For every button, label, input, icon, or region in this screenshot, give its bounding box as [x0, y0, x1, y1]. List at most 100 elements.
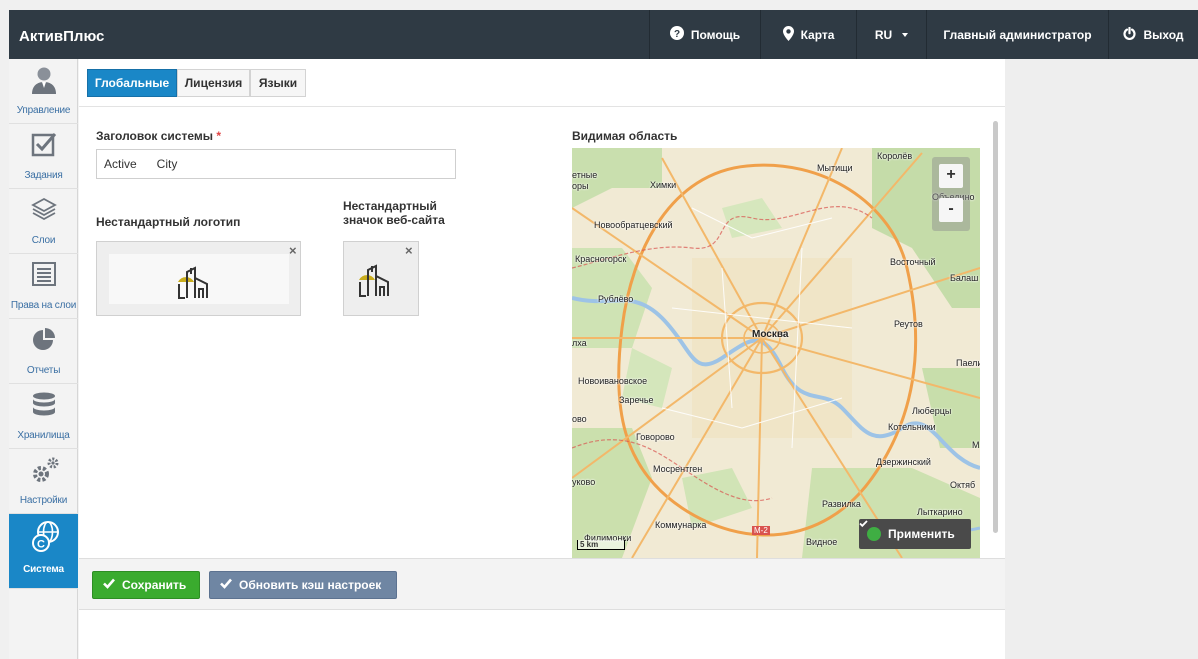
top-bar: АктивПлюс ? Помощь Карта RU Главный адми… — [9, 10, 1198, 59]
caret-down-icon — [902, 32, 909, 37]
check-icon — [103, 578, 115, 592]
sidebar-item-label: Управление — [16, 105, 71, 116]
language-label: RU — [874, 27, 893, 42]
required-mark: * — [216, 129, 222, 143]
svg-text:?: ? — [674, 29, 680, 40]
custom-logo-label: Нестандартный логотип — [96, 215, 241, 229]
map-place-label: Красногорск — [575, 254, 627, 264]
map-place-label: Коммунарка — [655, 520, 707, 530]
sidebar-item-label: Права на слои — [10, 300, 77, 311]
help-label: Помощь — [690, 27, 741, 42]
tab-license[interactable]: Лицензия — [177, 69, 250, 97]
save-button[interactable]: Сохранить — [92, 571, 200, 599]
app-window: АктивПлюс ? Помощь Карта RU Главный адми… — [9, 10, 1198, 659]
map-place-label: етные — [572, 170, 598, 180]
map-place-label: Рублёво — [598, 294, 634, 304]
map-place-label: Новообратцевский — [594, 220, 673, 230]
logout-button[interactable]: Выход — [1108, 10, 1198, 59]
map-marker-icon — [782, 25, 794, 44]
question-circle-icon: ? — [669, 26, 684, 43]
apply-label: Применить — [888, 527, 955, 541]
map-place-label: Октяб — [950, 480, 976, 490]
map-label: Карта — [800, 27, 835, 42]
check-circle-icon — [859, 520, 881, 541]
tab-global[interactable]: Глобальные — [87, 69, 177, 97]
list-icon — [31, 261, 57, 287]
right-panel — [1005, 59, 1198, 659]
scrollbar[interactable] — [993, 121, 998, 533]
sidebar-item-label: Хранилища — [17, 430, 70, 441]
remove-favicon-button[interactable]: × — [405, 244, 413, 257]
favicon-upload[interactable]: × — [343, 241, 419, 316]
map-place-label: ово — [572, 414, 587, 424]
sidebar-item-label: Слои — [31, 235, 56, 246]
map-place-label: Котельники — [888, 422, 936, 432]
map-place-label: Химки — [650, 180, 677, 190]
system-title-input[interactable] — [96, 149, 456, 179]
help-link[interactable]: ? Помощь — [649, 10, 760, 59]
database-icon — [31, 391, 57, 417]
refresh-cache-button[interactable]: Обновить кэш настроек — [209, 571, 397, 599]
user-name: Главный администратор — [943, 27, 1092, 42]
sidebar-item-system[interactable]: C Система — [9, 514, 78, 589]
sidebar-item-layers[interactable]: Слои — [9, 189, 78, 254]
building-logo-icon — [178, 266, 208, 299]
system-title-label: Заголовок системы * — [96, 129, 222, 143]
map-place-label: Развилка — [822, 499, 861, 509]
map-place-label: Восточный — [890, 257, 936, 267]
form-footer: Сохранить Обновить кэш настроек — [79, 558, 1005, 610]
sidebar-item-label: Настройки — [19, 495, 68, 506]
zoom-control: + - — [932, 157, 970, 231]
logo-upload[interactable]: × — [96, 241, 301, 316]
user-icon — [31, 66, 57, 94]
user-menu[interactable]: Главный администратор — [926, 10, 1108, 59]
map-place-label: Паели — [956, 358, 980, 368]
scale-bar: 5 km — [577, 540, 625, 550]
map-tiles — [572, 148, 980, 558]
sidebar-item-reports[interactable]: Отчеты — [9, 319, 78, 384]
brand-logo[interactable]: АктивПлюс — [19, 28, 104, 45]
tab-languages[interactable]: Языки — [250, 69, 306, 97]
checkbox-icon — [31, 131, 57, 157]
zoom-in-button[interactable]: + — [939, 164, 963, 188]
sidebar-item-label: Задания — [24, 170, 63, 181]
check-icon — [220, 578, 232, 592]
map-place-label: М — [972, 440, 980, 450]
sidebar-item-settings[interactable]: Настройки — [9, 449, 78, 514]
logout-label: Выход — [1143, 27, 1184, 42]
apply-button[interactable]: Применить — [859, 519, 971, 549]
tabs-bar: Глобальные Лицензия Языки — [79, 59, 1005, 107]
sidebar-item-layer-rights[interactable]: Права на слои — [9, 254, 78, 319]
language-dropdown[interactable]: RU — [856, 10, 926, 59]
map-place-label: уково — [572, 477, 596, 487]
sidebar-item-storage[interactable]: Хранилища — [9, 384, 78, 449]
zoom-out-button[interactable]: - — [939, 198, 963, 222]
custom-favicon-label: Нестандартный значок веб-сайта — [343, 199, 445, 227]
map-place-label: Видное — [806, 537, 838, 547]
map-view[interactable]: Королёв Мытищи етные оры Химки Объедино … — [572, 148, 980, 558]
layers-icon — [31, 196, 57, 222]
map-place-label: Балаш — [950, 273, 979, 283]
sidebar-item-management[interactable]: Управление — [9, 59, 78, 124]
map-place-label: Мытищи — [817, 163, 853, 173]
svg-text:C: C — [37, 539, 45, 551]
pie-chart-icon — [31, 326, 57, 352]
sidebar: Управление Задания Слои Права на слои От… — [9, 59, 78, 659]
map-place-label: Дзержинский — [876, 457, 931, 467]
save-label: Сохранить — [122, 578, 187, 592]
power-icon — [1123, 26, 1137, 43]
remove-logo-button[interactable]: × — [289, 244, 297, 257]
map-link[interactable]: Карта — [760, 10, 856, 59]
globe-icon: C — [31, 521, 59, 552]
map-place-label: Реутов — [894, 319, 923, 329]
gears-icon — [31, 456, 59, 482]
map-place-label: Заречье — [619, 395, 654, 405]
visible-area-label: Видимая область — [572, 129, 678, 143]
refresh-cache-label: Обновить кэш настроек — [239, 578, 382, 592]
main-content: Глобальные Лицензия Языки Заголовок сист… — [79, 59, 1005, 659]
map-place-label: Люберцы — [912, 406, 952, 416]
map-place-label: лха — [572, 338, 587, 348]
logo-preview — [109, 254, 289, 304]
map-place-label: оры — [572, 181, 589, 191]
sidebar-item-tasks[interactable]: Задания — [9, 124, 78, 189]
